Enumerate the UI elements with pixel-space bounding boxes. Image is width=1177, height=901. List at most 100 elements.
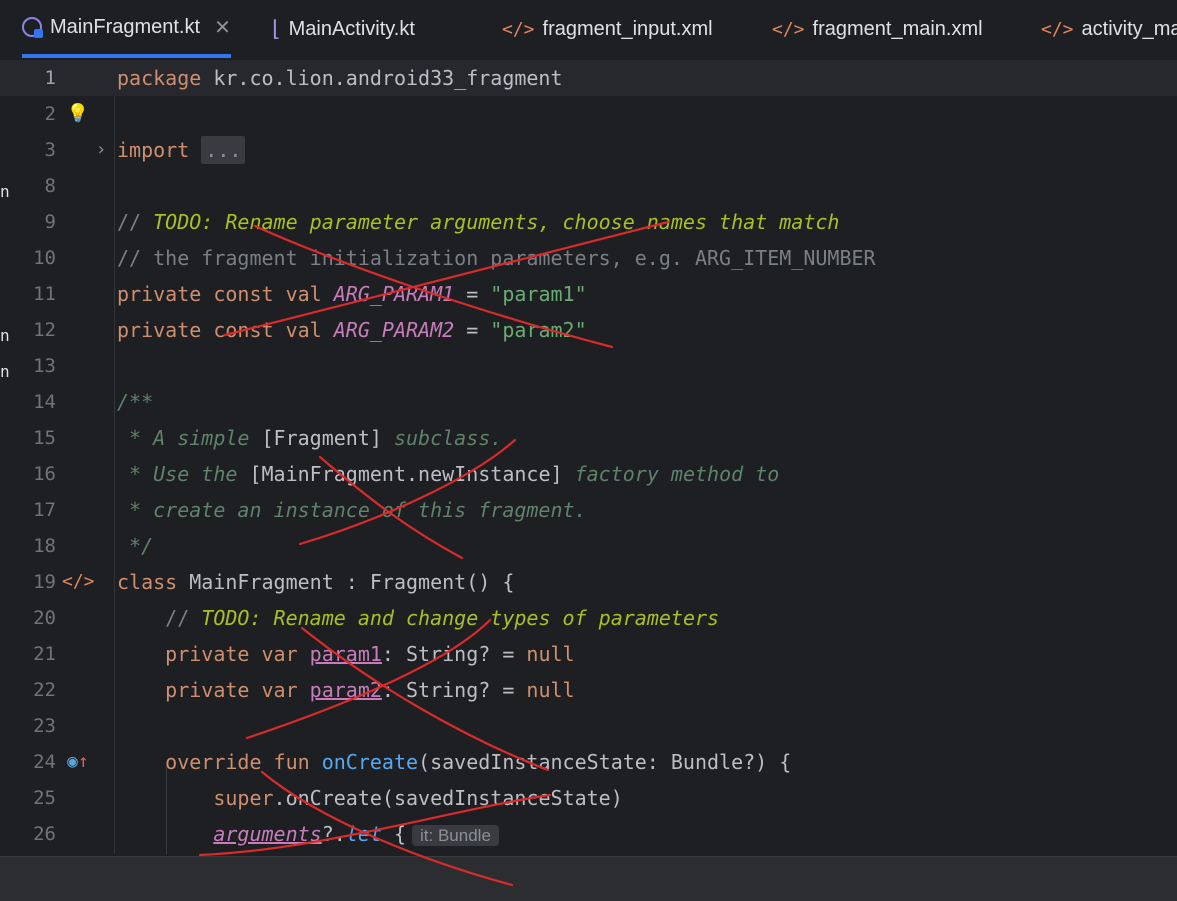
code-text: * create an instance of this fragment. — [117, 492, 587, 528]
code-editor[interactable]: n n n 1 package kr.co.lion.android33_frag… — [0, 60, 1177, 854]
code-line[interactable]: 25 super.onCreate(savedInstanceState) — [0, 780, 1177, 816]
code-line[interactable]: 16 * Use the [MainFragment.newInstance] … — [0, 456, 1177, 492]
code-line[interactable]: 11 private const val ARG_PARAM1 = "param1… — [0, 276, 1177, 312]
code-line[interactable]: 8 — [0, 168, 1177, 204]
code-line[interactable]: 19 class MainFragment : Fragment() { — [0, 564, 1177, 600]
code-text: arguments?.let {it: Bundle — [117, 816, 499, 854]
code-token: : String? = — [381, 678, 527, 702]
code-line[interactable]: 21 private var param1: String? = null — [0, 636, 1177, 672]
code-token: arguments — [213, 822, 322, 846]
code-text: // TODO: Rename parameter arguments, cho… — [117, 204, 839, 240]
code-token: MainFragment : Fragment() { — [189, 570, 515, 594]
code-text: private const val ARG_PARAM2 = "param2" — [117, 312, 587, 348]
code-token: null — [526, 678, 575, 702]
code-text: private var param1: String? = null — [117, 636, 575, 672]
code-text: super.onCreate(savedInstanceState) — [117, 780, 622, 816]
line-number: 20 — [33, 607, 56, 629]
line-number: 17 — [33, 499, 56, 521]
lightbulb-icon[interactable]: 💡 — [62, 96, 94, 132]
code-line[interactable]: 23 — [0, 708, 1177, 744]
tab-activity-main-xml[interactable]: </> activity_ma — [1041, 0, 1177, 58]
code-line[interactable]: 18 */ — [0, 528, 1177, 564]
code-token: [Fragment] — [261, 426, 382, 450]
line-number: 10 — [33, 247, 56, 269]
code-line[interactable]: 13 — [0, 348, 1177, 384]
code-token: /** — [117, 390, 154, 414]
code-token: super — [117, 786, 274, 810]
code-token: factory method to — [562, 462, 780, 486]
code-text: package kr.co.lion.android33_fragment — [117, 60, 563, 96]
code-line[interactable]: 20 // TODO: Rename and change types of p… — [0, 600, 1177, 636]
kotlin-file-icon — [22, 17, 43, 38]
code-token: package — [117, 66, 214, 90]
code-token: null — [526, 642, 575, 666]
code-token: ... — [201, 136, 246, 164]
code-token: (savedInstanceState: Bundle?) { — [418, 750, 792, 774]
tab-label: MainActivity.kt — [288, 17, 415, 40]
tab-mainactivity-kt[interactable]: ⌊ MainActivity.kt — [272, 0, 415, 58]
line-number: 26 — [33, 823, 56, 845]
code-token: private const val — [117, 282, 334, 306]
line-number: 13 — [33, 355, 56, 377]
code-token: ARG_PARAM2 — [333, 318, 455, 342]
code-line[interactable]: 2 — [0, 96, 1177, 132]
code-token: = — [454, 282, 491, 306]
line-number: 16 — [33, 463, 56, 485]
line-number: 23 — [33, 715, 56, 737]
code-token: let — [345, 822, 382, 846]
code-line[interactable]: 17 * create an instance of this fragment… — [0, 492, 1177, 528]
code-line[interactable]: 10 // the fragment initialization paramet… — [0, 240, 1177, 276]
line-number: 18 — [33, 535, 56, 557]
code-token: it: Bundle — [412, 825, 499, 846]
code-line[interactable]: 9 // TODO: Rename parameter arguments, ch… — [0, 204, 1177, 240]
code-line[interactable]: 22 private var param2: String? = null — [0, 672, 1177, 708]
code-token: onCreate — [321, 750, 419, 774]
code-text: /** — [117, 384, 153, 420]
line-number: 3 — [44, 139, 56, 161]
override-icon[interactable]: ◉↑ — [62, 744, 94, 780]
xml-link-icon[interactable]: </> — [62, 564, 95, 600]
code-line[interactable]: 15 * A simple [Fragment] subclass. — [0, 420, 1177, 456]
code-token: // the fragment initialization parameter… — [117, 246, 876, 270]
close-tab-icon[interactable]: ✕ — [214, 15, 231, 40]
tab-fragment-main-xml[interactable]: </> fragment_main.xml — [772, 0, 983, 58]
code-line[interactable]: 26 arguments?.let {it: Bundle — [0, 816, 1177, 852]
code-token: ARG_PARAM1 — [333, 282, 455, 306]
code-line[interactable]: 24 override fun onCreate(savedInstanceSt… — [0, 744, 1177, 780]
line-number: 1 — [44, 67, 56, 89]
code-token: */ — [117, 534, 154, 558]
code-line[interactable]: 12 private const val ARG_PARAM2 = "param2… — [0, 312, 1177, 348]
line-number: 14 — [33, 391, 56, 413]
code-text: class MainFragment : Fragment() { — [117, 564, 514, 600]
code-token: * Use the — [117, 462, 250, 486]
code-token: TODO: Rename and change types of paramet… — [201, 606, 720, 630]
code-token: : String? = — [381, 642, 527, 666]
code-text: override fun onCreate(savedInstanceState… — [117, 744, 791, 780]
code-token: // — [117, 210, 154, 234]
code-text: // the fragment initialization parameter… — [117, 240, 876, 276]
fold-chevron-icon[interactable]: › — [86, 132, 116, 168]
tab-mainfragment-kt[interactable]: MainFragment.kt ✕ — [22, 0, 231, 58]
code-token: override fun — [117, 750, 322, 774]
line-number: 15 — [33, 427, 56, 449]
code-line[interactable]: 14 /** — [0, 384, 1177, 420]
code-token: "param1" — [490, 282, 587, 306]
tab-label: activity_ma — [1081, 17, 1177, 40]
line-number: 9 — [44, 211, 56, 233]
code-token: TODO: Rename parameter arguments, choose… — [153, 210, 840, 234]
line-number: 8 — [44, 175, 56, 197]
code-text: * Use the [MainFragment.newInstance] fac… — [117, 456, 779, 492]
code-token: param2 — [309, 678, 382, 702]
code-text: // TODO: Rename and change types of para… — [117, 600, 719, 636]
code-token: "param2" — [490, 318, 587, 342]
xml-file-icon: </> — [1041, 18, 1074, 40]
code-line[interactable]: 3 import ... — [0, 132, 1177, 168]
code-token: private var — [117, 678, 310, 702]
code-line[interactable]: 1 package kr.co.lion.android33_fragment — [0, 60, 1177, 96]
tab-fragment-input-xml[interactable]: </> fragment_input.xml — [502, 0, 713, 58]
line-number: 11 — [33, 283, 56, 305]
code-token: class — [117, 570, 190, 594]
line-number: 24 — [33, 751, 56, 773]
kotlin-activity-icon: ⌊ — [272, 16, 281, 41]
